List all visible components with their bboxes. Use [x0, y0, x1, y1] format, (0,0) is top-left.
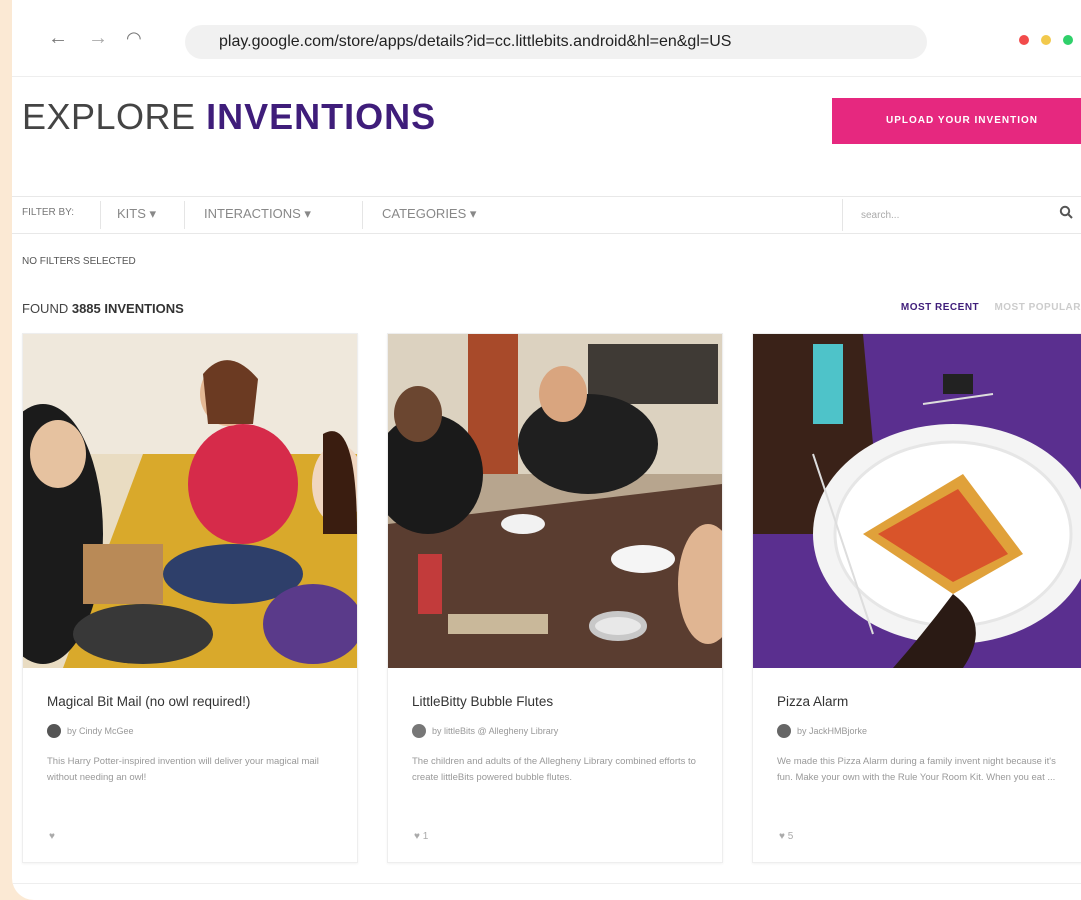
like-count[interactable]: ♥ 1 [414, 831, 428, 842]
divider [100, 201, 101, 229]
divider [362, 201, 363, 229]
filter-categories[interactable]: CATEGORIES ▾ [382, 206, 488, 222]
filter-interactions[interactable]: INTERACTIONS ▾ [204, 206, 323, 222]
results-suffix: INVENTIONS [104, 301, 184, 316]
search-input[interactable]: search... [861, 210, 899, 221]
sort-most-popular[interactable]: MOST POPULAR [994, 302, 1081, 313]
results-prefix: FOUND [22, 301, 69, 316]
reload-icon[interactable]: ◠ [126, 26, 142, 50]
page-title-light: EXPLORE [22, 96, 196, 137]
search-icon[interactable] [1059, 205, 1073, 223]
page-title: EXPLORE INVENTIONS [22, 96, 436, 138]
invention-card[interactable]: Pizza Alarm by JackHMBjorke We made this… [752, 333, 1081, 863]
sort-options: MOST RECENT MOST POPULAR [901, 302, 1081, 313]
filter-bar: FILTER BY: KITS ▾ INTERACTIONS ▾ CATEGOR… [12, 196, 1081, 234]
filter-kits[interactable]: KITS ▾ [117, 206, 168, 222]
upload-invention-button[interactable]: UPLOAD YOUR INVENTION [832, 98, 1081, 144]
like-count[interactable]: ♥ [49, 831, 55, 842]
card-description: The children and adults of the Allegheny… [412, 756, 696, 783]
browser-toolbar: ← → ◠ play.google.com/store/apps/details… [12, 0, 1081, 77]
card-author-name[interactable]: by Cindy McGee [67, 726, 134, 736]
results-count: FOUND 3885 INVENTIONS [22, 301, 184, 316]
divider [184, 201, 185, 229]
card-description: We made this Pizza Alarm during a family… [777, 756, 1056, 783]
address-bar[interactable]: play.google.com/store/apps/details?id=cc… [185, 25, 927, 59]
browser-window: ← → ◠ play.google.com/store/apps/details… [12, 0, 1081, 900]
invention-photo[interactable] [388, 334, 722, 668]
window-controls [1019, 35, 1073, 45]
close-dot-icon[interactable] [1019, 35, 1029, 45]
card-author[interactable]: by littleBits @ Allegheny Library [412, 724, 558, 738]
sort-most-recent[interactable]: MOST RECENT [901, 302, 979, 313]
avatar [47, 724, 61, 738]
like-count[interactable]: ♥ 5 [779, 831, 793, 842]
card-title[interactable]: Pizza Alarm [777, 694, 848, 709]
invention-card[interactable]: LittleBitty Bubble Flutes by littleBits … [387, 333, 723, 863]
avatar [412, 724, 426, 738]
avatar [777, 724, 791, 738]
card-description: This Harry Potter-inspired invention wil… [47, 756, 319, 783]
invention-card[interactable]: Magical Bit Mail (no owl required!) by C… [22, 333, 358, 863]
divider [12, 883, 1081, 884]
card-author-name[interactable]: by littleBits @ Allegheny Library [432, 726, 558, 736]
minimize-dot-icon[interactable] [1041, 35, 1051, 45]
maximize-dot-icon[interactable] [1063, 35, 1073, 45]
card-author[interactable]: by JackHMBjorke [777, 724, 867, 738]
results-number: 3885 [71, 301, 101, 316]
card-title[interactable]: LittleBitty Bubble Flutes [412, 694, 553, 709]
back-icon[interactable]: ← [48, 26, 68, 50]
card-author[interactable]: by Cindy McGee [47, 724, 134, 738]
filter-label: FILTER BY: [22, 207, 75, 218]
card-title[interactable]: Magical Bit Mail (no owl required!) [47, 694, 250, 709]
invention-photo[interactable] [23, 334, 357, 668]
card-author-name[interactable]: by JackHMBjorke [797, 726, 867, 736]
forward-icon[interactable]: → [88, 26, 108, 50]
search-box[interactable]: search... [842, 199, 1073, 231]
page-title-bold: INVENTIONS [206, 96, 437, 137]
invention-photo[interactable] [753, 334, 1081, 668]
filter-status: NO FILTERS SELECTED [22, 256, 136, 267]
